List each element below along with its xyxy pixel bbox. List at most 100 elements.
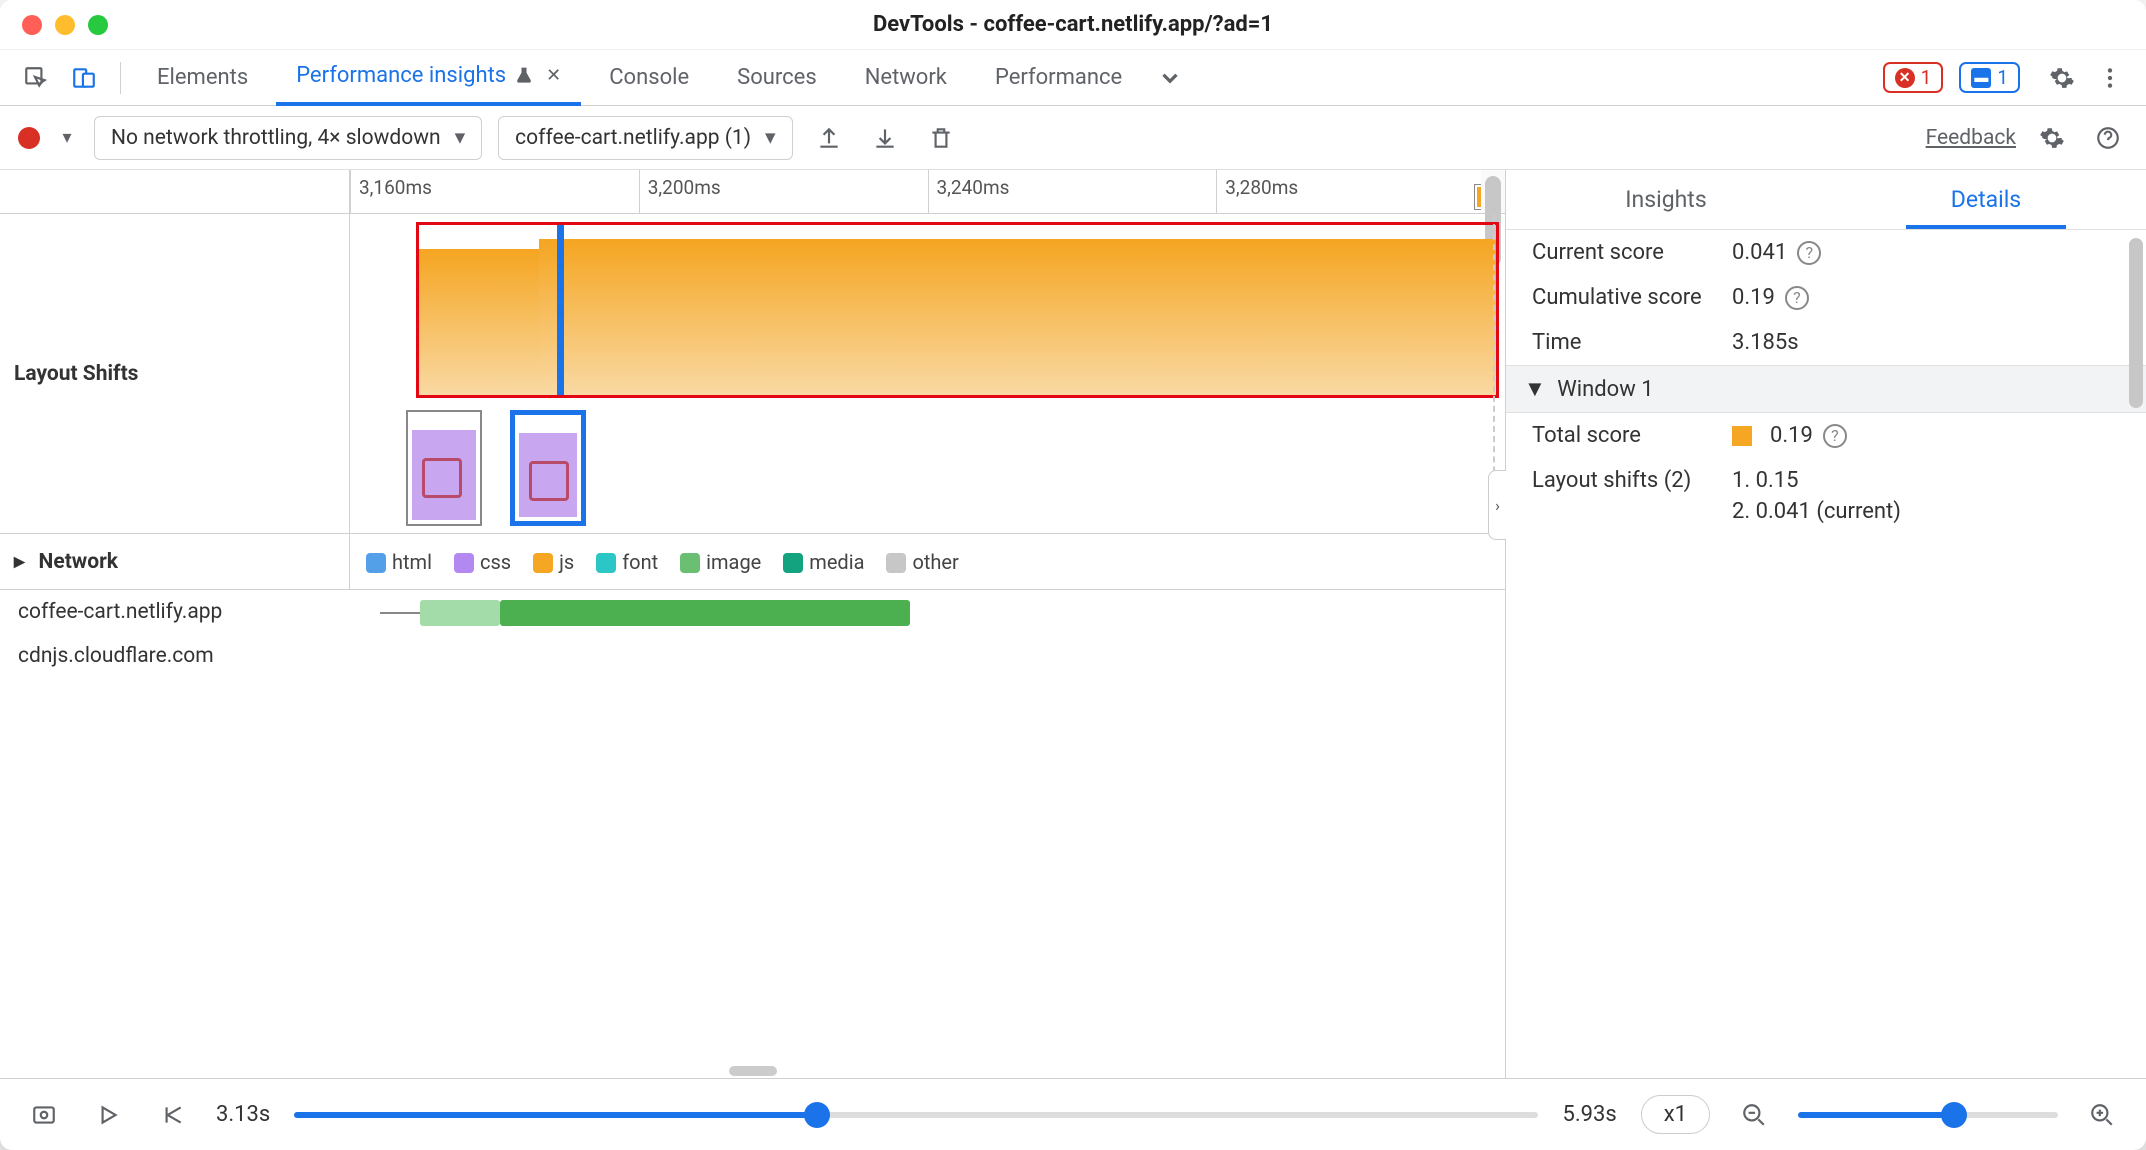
feedback-link[interactable]: Feedback	[1926, 126, 2016, 150]
playback-start-time: 3.13s	[216, 1102, 270, 1127]
ruler-tick: 3,240ms	[928, 170, 1010, 214]
errors-badge[interactable]: ✕ 1	[1883, 62, 1944, 93]
request-bar[interactable]	[500, 600, 910, 626]
layout-shift-window[interactable]	[416, 222, 1499, 398]
chevron-down-icon: ▾	[765, 125, 776, 150]
cumulative-score-row: Cumulative score 0.19?	[1506, 275, 2146, 320]
recording-select[interactable]: coffee-cart.netlify.app (1) ▾	[498, 116, 792, 160]
tab-label: Performance	[995, 65, 1122, 90]
titlebar: DevTools - coffee-cart.netlify.app/?ad=1	[0, 0, 2146, 50]
collapse-sidebar-icon[interactable]: ›	[1488, 470, 1506, 540]
sidebar-scrollbar[interactable]	[2126, 230, 2146, 1078]
window-title: DevTools - coffee-cart.netlify.app/?ad=1	[22, 12, 2124, 37]
tab-insights[interactable]: Insights	[1506, 170, 1826, 229]
tab-label: Performance insights	[296, 63, 506, 88]
record-button[interactable]	[18, 127, 40, 149]
slider-thumb[interactable]	[804, 1102, 830, 1128]
tab-console[interactable]: Console	[589, 50, 709, 106]
toggle-visibility-icon[interactable]	[24, 1095, 64, 1135]
sidebar-tabs: Insights Details	[1506, 170, 2146, 230]
network-host-row[interactable]: coffee-cart.netlify.app	[0, 590, 1505, 634]
tab-network[interactable]: Network	[845, 50, 967, 106]
slider-thumb[interactable]	[1941, 1102, 1967, 1128]
separator	[120, 62, 121, 94]
settings-icon[interactable]	[2042, 58, 2082, 98]
export-icon[interactable]	[809, 118, 849, 158]
minimize-window-icon[interactable]	[55, 15, 75, 35]
screenshot-thumbnail-selected[interactable]	[510, 410, 586, 526]
playback-speed[interactable]: x1	[1641, 1095, 1710, 1134]
vertical-scrollbar[interactable]	[1481, 170, 1505, 213]
tab-details[interactable]: Details	[1826, 170, 2146, 229]
experiment-icon	[514, 66, 534, 86]
layout-shift-bar[interactable]	[539, 239, 1496, 395]
tab-performance-insights[interactable]: Performance insights ✕	[276, 50, 581, 106]
record-menu-icon[interactable]: ▾	[56, 118, 78, 158]
layout-shifts-lane: Layout Shifts	[0, 214, 1505, 534]
legend-item: image	[680, 550, 761, 574]
lane-label: Layout Shifts	[0, 214, 350, 533]
help-icon[interactable]: ?	[1823, 424, 1847, 448]
playback-bar: 3.13s 5.93s x1	[0, 1078, 2146, 1150]
network-host: cdnjs.cloudflare.com	[0, 634, 350, 678]
restart-icon[interactable]	[152, 1095, 192, 1135]
close-window-icon[interactable]	[22, 15, 42, 35]
lane-label[interactable]: ▸ Network	[0, 534, 350, 589]
network-legend: html css js font image media other	[350, 534, 1505, 589]
legend-item: other	[886, 550, 958, 574]
devtools-window: DevTools - coffee-cart.netlify.app/?ad=1…	[0, 0, 2146, 1150]
zoom-out-icon[interactable]	[1734, 1095, 1774, 1135]
window-controls	[22, 15, 108, 35]
request-bar[interactable]	[420, 600, 500, 626]
tab-sources[interactable]: Sources	[717, 50, 837, 106]
badge-count: 1	[1921, 66, 1932, 89]
cumulative-score-value: 0.19	[1732, 285, 1775, 310]
play-icon[interactable]	[88, 1095, 128, 1135]
legend-item: css	[454, 550, 511, 574]
main-content: 3,160ms 3,200ms 3,240ms 3,280ms Layout S…	[0, 170, 2146, 1078]
screenshot-thumbnail[interactable]	[406, 410, 482, 526]
ruler-tick: 3,160ms	[350, 170, 432, 214]
playback-end-time: 5.93s	[1562, 1102, 1616, 1127]
panel-settings-icon[interactable]	[2032, 118, 2072, 158]
zoom-slider[interactable]	[1798, 1112, 2058, 1118]
tab-elements[interactable]: Elements	[137, 50, 268, 106]
import-icon[interactable]	[865, 118, 905, 158]
help-icon[interactable]: ?	[1785, 286, 1809, 310]
legend-item: media	[783, 550, 864, 574]
expand-network-icon[interactable]: ▸	[14, 549, 25, 574]
throttling-select[interactable]: No network throttling, 4× slowdown ▾	[94, 116, 482, 160]
layout-shift-item[interactable]: 2. 0.041 (current)	[1732, 499, 1901, 524]
layout-shifts-track[interactable]	[350, 214, 1505, 533]
select-value: No network throttling, 4× slowdown	[111, 126, 441, 150]
network-host-row[interactable]: cdnjs.cloudflare.com	[0, 634, 1505, 678]
more-tabs-icon[interactable]	[1150, 58, 1190, 98]
zoom-window-icon[interactable]	[88, 15, 108, 35]
layout-shift-item[interactable]: 1. 0.15	[1732, 468, 1799, 493]
tab-label: Sources	[737, 65, 817, 90]
issues-badge[interactable]: ▬ 1	[1959, 62, 2020, 93]
tab-performance[interactable]: Performance	[975, 50, 1142, 106]
details-sidebar: › Insights Details Current score 0.041? …	[1506, 170, 2146, 1078]
network-lane-header: ▸ Network html css js font image media o…	[0, 534, 1505, 590]
ruler[interactable]: 3,160ms 3,200ms 3,240ms 3,280ms	[0, 170, 1505, 214]
playback-slider[interactable]	[294, 1112, 1538, 1118]
horizontal-scroll-handle[interactable]	[729, 1066, 777, 1076]
device-toolbar-icon[interactable]	[64, 58, 104, 98]
zoom-in-icon[interactable]	[2082, 1095, 2122, 1135]
playhead-line[interactable]	[557, 225, 564, 395]
close-tab-icon[interactable]: ✕	[546, 65, 561, 86]
window-section-header[interactable]: ▼ Window 1	[1506, 365, 2146, 413]
delete-icon[interactable]	[921, 118, 961, 158]
chevron-down-icon: ▾	[455, 125, 466, 150]
total-score-value: 0.19	[1770, 423, 1813, 448]
inspect-element-icon[interactable]	[16, 58, 56, 98]
help-icon[interactable]	[2088, 118, 2128, 158]
tab-label: Console	[609, 65, 689, 90]
legend-item: font	[596, 550, 658, 574]
request-whisker	[380, 612, 420, 614]
help-icon[interactable]: ?	[1797, 241, 1821, 265]
kebab-menu-icon[interactable]	[2090, 58, 2130, 98]
layout-shift-bar[interactable]	[419, 249, 539, 395]
ruler-tick: 3,200ms	[639, 170, 721, 214]
